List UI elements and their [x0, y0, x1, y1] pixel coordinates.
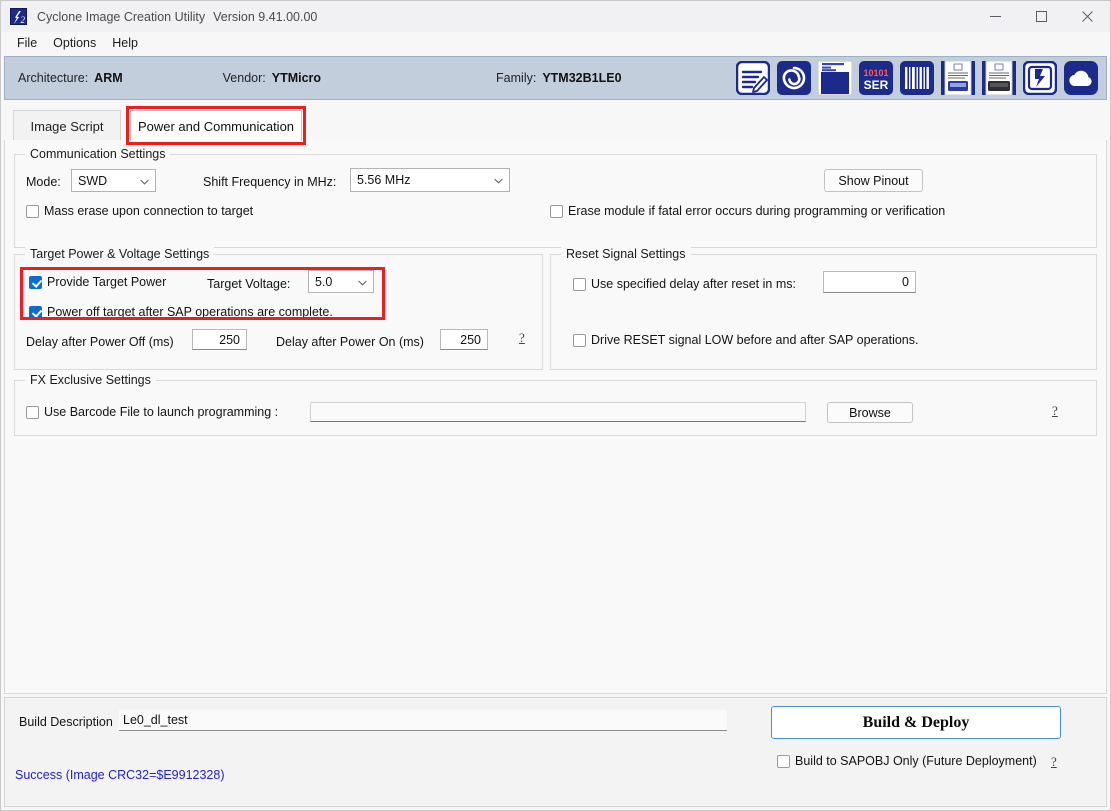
application-window: Cyclone Image Creation Utility Version 9…	[0, 0, 1111, 811]
use-barcode-file-checkbox[interactable]: Use Barcode File to launch programming :	[26, 405, 278, 419]
provide-target-power-checkbox[interactable]: Provide Target Power	[29, 275, 166, 289]
window-controls	[972, 1, 1110, 32]
mass-erase-label: Mass erase upon connection to target	[44, 204, 254, 218]
show-pinout-button[interactable]: Show Pinout	[824, 169, 923, 192]
reset-delay-input[interactable]: 0	[823, 271, 916, 293]
family-field: Family: YTM32B1LE0	[496, 71, 621, 85]
toolbar: 10101 SER	[736, 61, 1098, 95]
sapobj-help-icon[interactable]: ?	[1051, 754, 1057, 770]
target-voltage-label: Target Voltage:	[207, 277, 291, 291]
close-icon[interactable]	[1064, 1, 1110, 32]
architecture-field: Architecture: ARM	[18, 71, 123, 85]
delay-after-power-on-input[interactable]: 250	[440, 329, 488, 350]
target-voltage-select[interactable]: 5.0	[308, 270, 374, 293]
spiral-icon[interactable]	[777, 61, 811, 95]
chevron-down-icon	[358, 280, 367, 286]
shift-frequency-label: Shift Frequency in MHz:	[203, 175, 337, 189]
drive-reset-low-checkbox[interactable]: Drive RESET signal LOW before and after …	[573, 333, 918, 347]
checkbox-box	[26, 405, 39, 419]
fx-help-icon[interactable]: ?	[1052, 403, 1058, 419]
checkbox-box	[29, 275, 42, 289]
tab-strip: Image Script Power and Communication	[4, 106, 1107, 145]
provide-target-power-label: Provide Target Power	[47, 275, 167, 289]
svg-text:SER: SER	[864, 78, 889, 92]
menu-item-file[interactable]: File	[9, 34, 45, 52]
use-specified-delay-checkbox[interactable]: Use specified delay after reset in ms:	[573, 277, 796, 291]
serial-numbers-icon[interactable]: 10101 SER	[859, 61, 893, 95]
window-version: Version 9.41.00.00	[213, 9, 318, 24]
minimize-icon[interactable]	[972, 1, 1018, 32]
architecture-label: Architecture:	[18, 71, 89, 85]
cyclone-device-1-icon[interactable]	[941, 61, 975, 95]
chevron-down-icon	[494, 178, 503, 184]
menu-item-help[interactable]: Help	[104, 34, 146, 52]
power-help-icon[interactable]: ?	[519, 330, 525, 346]
device-info-bar: Architecture: ARM Vendor: YTMicro Family…	[4, 56, 1107, 100]
barcode-file-path-input[interactable]	[310, 402, 806, 422]
checkbox-box	[550, 204, 563, 218]
window-title: Cyclone Image Creation Utility	[37, 9, 206, 24]
use-specified-delay-label: Use specified delay after reset in ms:	[591, 277, 796, 291]
browse-button[interactable]: Browse	[827, 402, 913, 423]
mode-select-value: SWD	[78, 173, 108, 188]
checkbox-box	[26, 204, 39, 218]
power-off-after-sap-checkbox[interactable]: Power off target after SAP operations ar…	[29, 305, 333, 319]
vendor-value: YTMicro	[271, 71, 322, 85]
footer-bar: Build Description Le0_dl_test Success (I…	[4, 697, 1107, 807]
edit-script-icon[interactable]	[736, 61, 770, 95]
svg-text:10101: 10101	[863, 68, 888, 78]
drive-reset-low-label: Drive RESET signal LOW before and after …	[591, 333, 919, 347]
delay-after-power-off-label: Delay after Power Off (ms)	[26, 335, 174, 349]
target-voltage-value: 5.0	[315, 274, 333, 289]
group-title-communication-settings: Communication Settings	[25, 147, 171, 161]
checkbox-box	[573, 333, 586, 347]
use-barcode-file-label: Use Barcode File to launch programming :	[44, 405, 279, 419]
maximize-icon[interactable]	[1018, 1, 1064, 32]
cyclone-device-2-icon[interactable]	[982, 61, 1016, 95]
architecture-value: ARM	[94, 71, 123, 85]
shift-frequency-value: 5.56 MHz	[357, 173, 411, 187]
title-bar: Cyclone Image Creation Utility Version 9…	[1, 1, 1110, 32]
power-off-after-sap-label: Power off target after SAP operations ar…	[47, 305, 333, 319]
group-communication-settings: Communication Settings Mode: SWD Shift F…	[14, 147, 1097, 248]
mode-label: Mode:	[26, 175, 61, 189]
build-and-deploy-button[interactable]: Build & Deploy	[771, 706, 1061, 739]
delay-after-power-off-input[interactable]: 250	[192, 329, 247, 350]
barcode-icon[interactable]	[900, 61, 934, 95]
menu-bar: File Options Help	[1, 32, 1110, 54]
family-value: YTM32B1LE0	[542, 71, 622, 85]
menu-item-options[interactable]: Options	[45, 34, 104, 52]
shift-frequency-select[interactable]: 5.56 MHz	[350, 168, 510, 192]
tab-image-script[interactable]: Image Script	[13, 110, 121, 141]
group-target-power-voltage-settings: Target Power & Voltage Settings Provide …	[14, 247, 543, 370]
status-message: Success (Image CRC32=$E9912328)	[15, 768, 225, 782]
cloud-icon[interactable]	[1064, 61, 1098, 95]
tab-power-and-communication[interactable]: Power and Communication	[130, 110, 302, 141]
build-description-label: Build Description	[19, 715, 113, 729]
build-to-sapobj-checkbox[interactable]: Build to SAPOBJ Only (Future Deployment)	[777, 754, 1037, 768]
erase-module-checkbox[interactable]: Erase module if fatal error occurs durin…	[550, 204, 945, 218]
group-fx-exclusive-settings: FX Exclusive Settings Use Barcode File t…	[14, 373, 1097, 436]
checkbox-box	[573, 277, 586, 291]
group-title-fx-exclusive: FX Exclusive Settings	[25, 373, 156, 387]
build-description-input[interactable]: Le0_dl_test	[119, 710, 727, 731]
tab-panel-power-and-communication: Communication Settings Mode: SWD Shift F…	[4, 140, 1107, 694]
license-manager-icon[interactable]	[818, 61, 852, 95]
group-title-target-power: Target Power & Voltage Settings	[25, 247, 215, 261]
mass-erase-checkbox[interactable]: Mass erase upon connection to target	[26, 204, 253, 218]
family-label: Family:	[496, 71, 537, 85]
group-title-reset-signal: Reset Signal Settings	[561, 247, 691, 261]
checkbox-box	[777, 754, 790, 768]
chevron-down-icon	[140, 179, 149, 185]
mode-select[interactable]: SWD	[71, 169, 156, 192]
vendor-label: Vendor:	[222, 71, 266, 85]
erase-module-label: Erase module if fatal error occurs durin…	[568, 204, 946, 218]
build-to-sapobj-label: Build to SAPOBJ Only (Future Deployment)	[795, 754, 1037, 768]
delay-after-power-on-label: Delay after Power On (ms)	[276, 335, 424, 349]
pemicro-flash-icon[interactable]	[1023, 61, 1057, 95]
group-reset-signal-settings: Reset Signal Settings Use specified dela…	[550, 247, 1097, 370]
cyclone-logo-icon	[10, 8, 27, 25]
checkbox-box	[29, 305, 42, 319]
vendor-field: Vendor: YTMicro	[223, 71, 321, 85]
